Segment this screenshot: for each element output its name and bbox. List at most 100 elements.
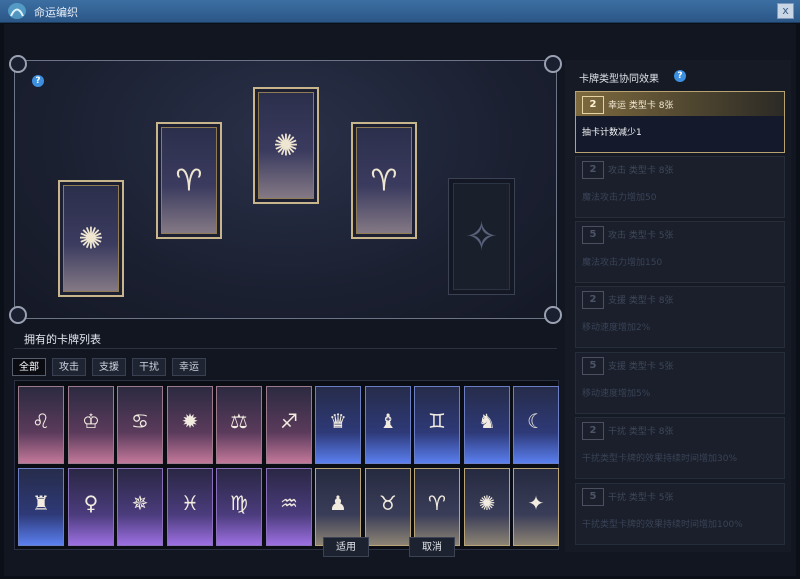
card-collection-grid: ♌ ♔ ♋ ✹ ⚖ ♐ ♛ ♝ ♊ ♞ ☾ ♜ ♀ ✵ ♓ ♍ ♒ ♟ ♉ ♈ … <box>14 380 559 550</box>
card-symbol-icon: ♟ <box>329 491 347 516</box>
collection-card[interactable]: ♔ <box>68 386 114 464</box>
card-symbol-icon: ♈ <box>370 163 398 198</box>
divider <box>14 348 557 349</box>
card-symbol-icon: ♒ <box>280 491 298 516</box>
collection-card[interactable]: ♟ <box>315 468 361 546</box>
tab-disrupt[interactable]: 干扰 <box>132 358 166 376</box>
card-symbol-icon: ♓ <box>181 491 199 516</box>
synergy-name: 攻击 类型卡 8张 <box>608 166 674 176</box>
tab-luck[interactable]: 幸运 <box>172 358 206 376</box>
collection-card[interactable]: ✹ <box>167 386 213 464</box>
synergy-level-badge: 5 <box>582 357 604 375</box>
synergy-name: 攻击 类型卡 5张 <box>608 231 674 241</box>
window-title: 命运编织 <box>34 6 78 19</box>
collection-card[interactable]: ♌ <box>18 386 64 464</box>
collection-card[interactable]: ♊ <box>414 386 460 464</box>
close-button[interactable]: x <box>777 3 794 19</box>
deck-slot-2[interactable]: ♈ <box>156 122 222 239</box>
synergy-level-badge: 2 <box>582 422 604 440</box>
card-symbol-icon: ♋ <box>131 409 149 434</box>
card-symbol-icon: ♉ <box>379 491 397 516</box>
collection-card[interactable]: ✦ <box>513 468 559 546</box>
synergy-level-badge: 2 <box>582 291 604 309</box>
corner-ornament <box>544 55 562 73</box>
deck-slot-3[interactable]: ✺ <box>253 87 319 204</box>
empty-slot-star-icon: ✧ <box>464 213 499 260</box>
card-symbol-icon: ♈ <box>175 163 203 198</box>
synergy-item-disrupt-8: 2 干扰 类型卡 8张 干扰类型卡牌的效果持续时间增加30% <box>575 417 785 479</box>
synergy-desc: 魔法攻击力增加150 <box>582 258 663 268</box>
tab-attack[interactable]: 攻击 <box>52 358 86 376</box>
collection-card[interactable]: ♒ <box>266 468 312 546</box>
collection-card[interactable]: ♍ <box>216 468 262 546</box>
card-symbol-icon: ⚖ <box>230 409 248 434</box>
synergy-title: 卡牌类型协同效果 <box>579 74 659 85</box>
card-symbol-icon: ♜ <box>32 491 50 516</box>
collection-card[interactable]: ♐ <box>266 386 312 464</box>
card-symbol-icon: ♔ <box>82 409 100 434</box>
synergy-item-support-5: 5 支援 类型卡 5张 移动速度增加5% <box>575 352 785 414</box>
synergy-item-support-8: 2 支援 类型卡 8张 移动速度增加2% <box>575 286 785 348</box>
card-symbol-icon: ☾ <box>527 409 545 434</box>
card-symbol-icon: ♈ <box>428 491 446 516</box>
cancel-button[interactable]: 取消 <box>409 537 455 557</box>
card-symbol-icon: ✺ <box>478 491 496 516</box>
collection-title: 拥有的卡牌列表 <box>24 333 101 346</box>
collection-card[interactable]: ♀ <box>68 468 114 546</box>
synergy-name: 支援 类型卡 5张 <box>608 362 674 372</box>
synergy-item-disrupt-5: 5 干扰 类型卡 5张 干扰类型卡牌的效果持续时间增加100% <box>575 483 785 545</box>
card-symbol-icon: ♀ <box>83 491 99 516</box>
synergy-level-badge: 2 <box>582 96 604 114</box>
card-symbol-icon: ♛ <box>329 409 347 434</box>
collection-card[interactable]: ✵ <box>117 468 163 546</box>
apply-button[interactable]: 适用 <box>323 537 369 557</box>
app-logo-icon <box>8 3 26 19</box>
help-icon[interactable]: ? <box>32 75 44 87</box>
card-symbol-icon: ✺ <box>273 128 299 163</box>
synergy-level-badge: 5 <box>582 488 604 506</box>
card-symbol-icon: ♞ <box>478 409 496 434</box>
card-symbol-icon: ✺ <box>78 221 104 256</box>
collection-card[interactable]: ♝ <box>365 386 411 464</box>
synergy-panel: 卡牌类型协同效果 ? 2 幸运 类型卡 8张 抽卡计数减少1 2 攻击 类型卡 … <box>565 60 791 552</box>
synergy-desc: 干扰类型卡牌的效果持续时间增加30% <box>582 454 738 464</box>
title-bar: 命运编织 x <box>0 0 800 23</box>
collection-card[interactable]: ♋ <box>117 386 163 464</box>
card-symbol-icon: ♍ <box>230 491 248 516</box>
collection-card[interactable]: ✺ <box>464 468 510 546</box>
corner-ornament <box>9 55 27 73</box>
synergy-name: 幸运 类型卡 8张 <box>608 101 674 111</box>
synergy-name: 干扰 类型卡 8张 <box>608 427 674 437</box>
card-symbol-icon: ♌ <box>32 409 50 434</box>
synergy-desc: 移动速度增加2% <box>582 323 651 333</box>
collection-card[interactable]: ♜ <box>18 468 64 546</box>
card-symbol-icon: ♊ <box>428 409 446 434</box>
synergy-desc: 抽卡计数减少1 <box>582 128 642 138</box>
collection-card[interactable]: ♞ <box>464 386 510 464</box>
collection-card[interactable]: ♛ <box>315 386 361 464</box>
deck-slot-1[interactable]: ✺ <box>58 180 124 297</box>
deck-slot-empty[interactable]: ✧ <box>448 178 515 295</box>
synergy-name: 干扰 类型卡 5张 <box>608 493 674 503</box>
help-icon[interactable]: ? <box>674 70 686 82</box>
card-symbol-icon: ✦ <box>527 491 545 516</box>
deck-slot-4[interactable]: ♈ <box>351 122 417 239</box>
deck-board: ? ✺ ♈ ✺ ♈ ✧ <box>9 55 562 324</box>
collection-card[interactable]: ⚖ <box>216 386 262 464</box>
synergy-name: 支援 类型卡 8张 <box>608 296 674 306</box>
card-symbol-icon: ✹ <box>181 409 199 434</box>
synergy-desc: 魔法攻击力增加50 <box>582 193 657 203</box>
collection-card[interactable]: ♉ <box>365 468 411 546</box>
collection-card[interactable]: ♓ <box>167 468 213 546</box>
collection-card[interactable]: ♈ <box>414 468 460 546</box>
synergy-level-badge: 5 <box>582 226 604 244</box>
synergy-desc: 干扰类型卡牌的效果持续时间增加100% <box>582 520 743 530</box>
tab-support[interactable]: 支援 <box>92 358 126 376</box>
corner-ornament <box>544 306 562 324</box>
synergy-item-attack-8: 2 攻击 类型卡 8张 魔法攻击力增加50 <box>575 156 785 218</box>
tab-all[interactable]: 全部 <box>12 358 46 376</box>
synergy-desc: 移动速度增加5% <box>582 389 651 399</box>
collection-card[interactable]: ☾ <box>513 386 559 464</box>
synergy-item-luck-8: 2 幸运 类型卡 8张 抽卡计数减少1 <box>575 91 785 153</box>
synergy-level-badge: 2 <box>582 161 604 179</box>
